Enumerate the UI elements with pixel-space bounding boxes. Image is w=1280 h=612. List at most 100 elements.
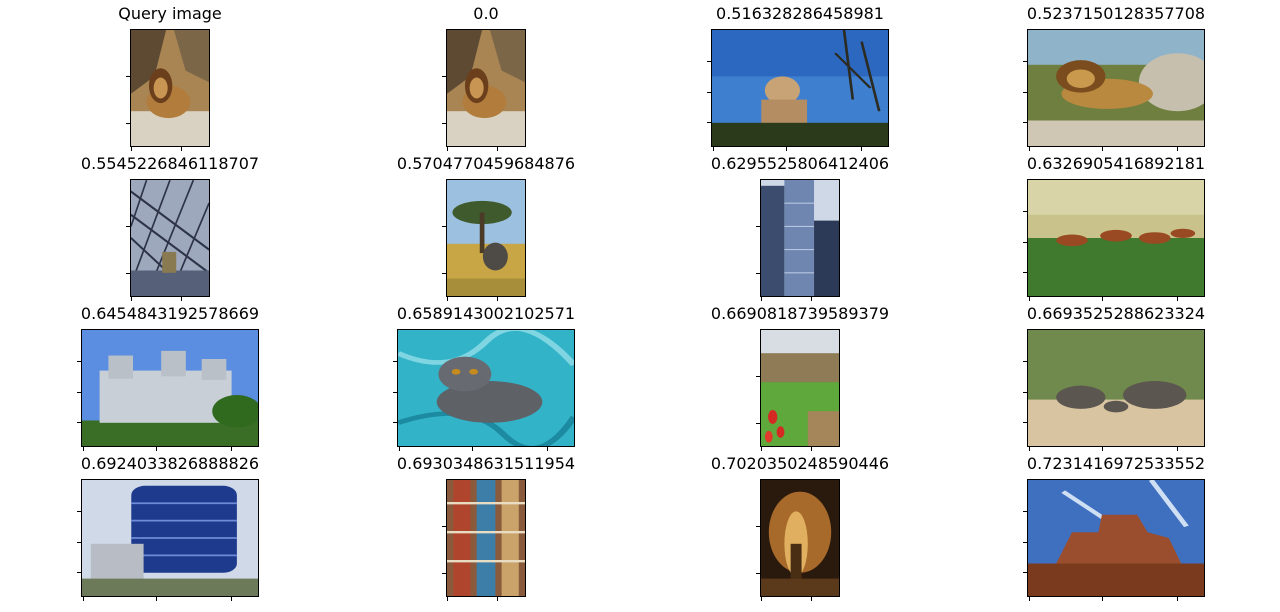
x-tick bbox=[1102, 447, 1103, 451]
x-tick bbox=[811, 447, 812, 451]
panel-title: Query image bbox=[118, 4, 222, 23]
x-tick bbox=[181, 147, 182, 151]
panel-title: 0.6326905416892181 bbox=[1026, 154, 1206, 173]
y-tick bbox=[756, 573, 760, 574]
image-axes bbox=[397, 329, 575, 447]
y-tick bbox=[442, 273, 446, 274]
y-tick bbox=[1023, 361, 1027, 362]
x-tick bbox=[156, 447, 157, 451]
x-tick bbox=[131, 297, 132, 301]
x-tick bbox=[1029, 447, 1030, 451]
y-tick bbox=[1023, 422, 1027, 423]
panel-title: 0.7020350248590446 bbox=[710, 454, 890, 473]
tapestry-photo-icon bbox=[447, 480, 525, 596]
y-tick bbox=[77, 422, 81, 423]
panel-title: 0.5545226846118707 bbox=[80, 154, 260, 173]
y-tick bbox=[1023, 61, 1027, 62]
x-tick bbox=[761, 447, 762, 451]
x-tick bbox=[1102, 297, 1103, 301]
panel-title: 0.5237150128357708 bbox=[1026, 4, 1206, 23]
y-tick bbox=[77, 511, 81, 512]
x-tick bbox=[447, 147, 448, 151]
y-tick bbox=[756, 376, 760, 377]
x-tick bbox=[497, 597, 498, 601]
x-tick bbox=[1029, 147, 1030, 151]
image-axes bbox=[1027, 29, 1205, 147]
y-tick bbox=[707, 92, 711, 93]
y-tick bbox=[442, 573, 446, 574]
image-axes bbox=[1027, 179, 1205, 297]
image-axes bbox=[760, 179, 840, 297]
cave-photo-icon bbox=[761, 480, 839, 596]
y-tick bbox=[756, 226, 760, 227]
y-tick bbox=[1023, 122, 1027, 123]
mesa-photo-icon bbox=[1028, 480, 1204, 596]
x-tick bbox=[472, 447, 473, 451]
panel-title: 0.0 bbox=[473, 4, 499, 23]
y-tick bbox=[1023, 272, 1027, 273]
panel-title: 0.6924033826888826 bbox=[80, 454, 260, 473]
x-tick bbox=[231, 597, 232, 601]
y-tick bbox=[442, 76, 446, 77]
y-tick bbox=[442, 526, 446, 527]
lion-photo-icon bbox=[131, 30, 209, 146]
y-tick bbox=[442, 123, 446, 124]
y-tick bbox=[756, 273, 760, 274]
panel-title: 0.6295525806412406 bbox=[710, 154, 890, 173]
image-axes bbox=[711, 29, 889, 147]
x-tick bbox=[1177, 597, 1178, 601]
y-tick bbox=[126, 226, 130, 227]
image-axes bbox=[130, 29, 210, 147]
panel-title: 0.7231416972533552 bbox=[1026, 454, 1206, 473]
y-tick bbox=[126, 273, 130, 274]
x-tick bbox=[83, 447, 84, 451]
image-axes bbox=[760, 329, 840, 447]
lion-rocks-photo-icon bbox=[1028, 30, 1204, 146]
x-tick bbox=[1029, 597, 1030, 601]
y-tick bbox=[756, 526, 760, 527]
x-tick bbox=[1177, 147, 1178, 151]
panel-title: 0.516328286458981 bbox=[716, 4, 884, 23]
x-tick bbox=[83, 597, 84, 601]
x-tick bbox=[1029, 297, 1030, 301]
x-tick bbox=[181, 297, 182, 301]
image-axes bbox=[446, 179, 526, 297]
x-tick bbox=[1177, 297, 1178, 301]
image-axes bbox=[1027, 479, 1205, 597]
garden-photo-icon bbox=[761, 330, 839, 446]
grey-cat-photo-icon bbox=[398, 330, 574, 446]
image-axes bbox=[130, 179, 210, 297]
castle-photo-icon bbox=[82, 330, 258, 446]
y-tick bbox=[756, 423, 760, 424]
panel-title: 0.6690818739589379 bbox=[710, 304, 890, 323]
y-tick bbox=[707, 122, 711, 123]
y-tick bbox=[1023, 211, 1027, 212]
image-axes bbox=[1027, 329, 1205, 447]
image-axes bbox=[81, 479, 259, 597]
y-tick bbox=[1023, 572, 1027, 573]
antelopes-photo-icon bbox=[1028, 180, 1204, 296]
y-tick bbox=[126, 123, 130, 124]
panel-title: 0.6589143002102571 bbox=[396, 304, 576, 323]
panel-title: 0.6930348631511954 bbox=[396, 454, 576, 473]
elephant-herd-photo-icon bbox=[1028, 330, 1204, 446]
y-tick bbox=[1023, 242, 1027, 243]
elephant-photo-icon bbox=[447, 180, 525, 296]
x-tick bbox=[131, 147, 132, 151]
x-tick bbox=[713, 147, 714, 151]
y-tick bbox=[442, 226, 446, 227]
y-tick bbox=[1023, 392, 1027, 393]
x-tick bbox=[447, 597, 448, 601]
x-tick bbox=[497, 297, 498, 301]
image-axes bbox=[446, 479, 526, 597]
x-tick bbox=[497, 147, 498, 151]
x-tick bbox=[786, 147, 787, 151]
x-tick bbox=[547, 447, 548, 451]
image-axes bbox=[446, 29, 526, 147]
x-tick bbox=[156, 597, 157, 601]
x-tick bbox=[761, 297, 762, 301]
x-tick bbox=[861, 147, 862, 151]
y-tick bbox=[707, 61, 711, 62]
y-tick bbox=[393, 361, 397, 362]
y-tick bbox=[1023, 511, 1027, 512]
